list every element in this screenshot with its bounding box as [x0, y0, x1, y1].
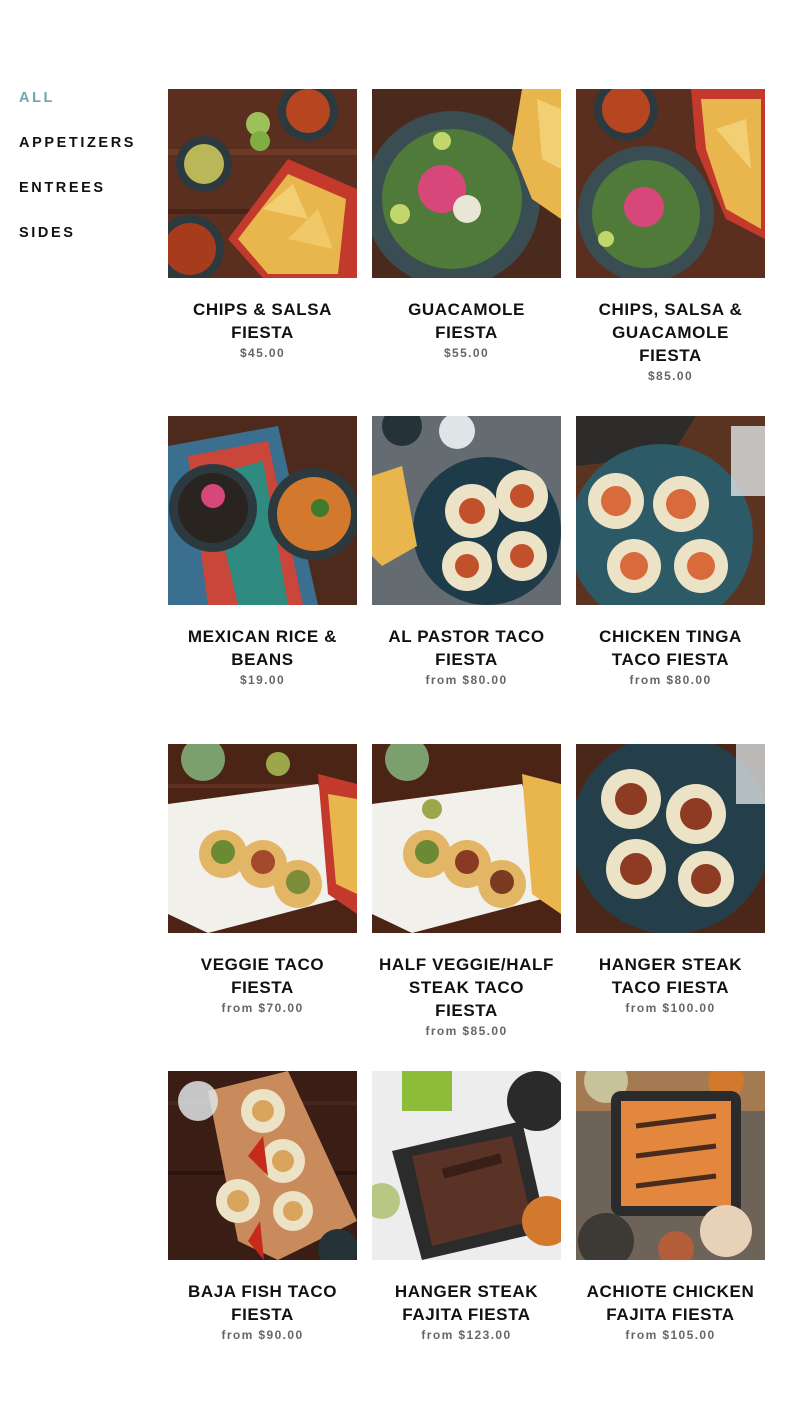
category-sidebar: ALL APPETIZERS ENTREES SIDES	[19, 88, 136, 268]
chips-salsa-photo	[168, 89, 357, 278]
hanger-steak-fajita-photo	[372, 1070, 561, 1260]
product-title: CHIPS & SALSA FIESTA	[192, 300, 333, 342]
product-price: $85.00	[647, 369, 694, 383]
product-card[interactable]: CHIPS, SALSA & GUACAMOLE FIESTA $85.00	[576, 89, 765, 416]
product-price: from $105.00	[625, 1327, 716, 1342]
product-price: from $123.00	[421, 1327, 512, 1342]
product-title: ACHIOTE CHICKEN FAJITA FIESTA	[586, 1281, 755, 1324]
product-title: HANGER STEAK TACO FIESTA	[598, 954, 743, 997]
category-appetizers[interactable]: APPETIZERS	[19, 133, 136, 178]
product-card[interactable]: GUACAMOLE FIESTA $55.00	[372, 89, 561, 416]
category-entrees[interactable]: ENTREES	[19, 178, 136, 223]
product-title: BAJA FISH TACO FIESTA	[187, 1281, 338, 1324]
product-card[interactable]: CHICKEN TINGA TACO FIESTA from $80.00	[576, 416, 765, 743]
product-title: CHIPS, SALSA & GUACAMOLE FIESTA	[598, 300, 743, 365]
product-title: VEGGIE TACO FIESTA	[200, 954, 325, 997]
veggie-tacos-photo	[168, 743, 357, 933]
product-title: MEXICAN RICE & BEANS	[187, 627, 338, 670]
product-card[interactable]: MEXICAN RICE & BEANS $19.00	[168, 416, 357, 743]
product-price: from $90.00	[221, 1327, 304, 1342]
category-sides[interactable]: SIDES	[19, 223, 136, 268]
half-veggie-half-steak-photo	[372, 743, 561, 933]
baja-fish-tacos-photo	[168, 1070, 357, 1260]
product-grid: CHIPS & SALSA FIESTA $45.00 GUACAMOLE FI…	[168, 89, 765, 1398]
product-price: from $70.00	[221, 1000, 304, 1015]
product-price: from $80.00	[629, 673, 712, 688]
category-all[interactable]: ALL	[19, 88, 136, 133]
product-card[interactable]: AL PASTOR TACO FIESTA from $80.00	[372, 416, 561, 743]
product-price: from $80.00	[425, 673, 508, 688]
product-card[interactable]: CHIPS & SALSA FIESTA $45.00	[168, 89, 357, 416]
product-card[interactable]: HANGER STEAK TACO FIESTA from $100.00	[576, 743, 765, 1071]
product-title: HANGER STEAK FAJITA FIESTA	[394, 1281, 539, 1324]
product-price: from $85.00	[425, 1023, 508, 1038]
product-title: AL PASTOR TACO FIESTA	[388, 627, 545, 670]
product-card[interactable]: BAJA FISH TACO FIESTA from $90.00	[168, 1070, 357, 1398]
product-price: $55.00	[443, 346, 490, 360]
product-price: from $100.00	[625, 1000, 716, 1015]
product-title: HALF VEGGIE/HALF STEAK TACO FIESTA	[379, 954, 554, 1020]
product-card[interactable]: HALF VEGGIE/HALF STEAK TACO FIESTA from …	[372, 743, 561, 1071]
guacamole-photo	[372, 89, 561, 278]
product-title: GUACAMOLE FIESTA	[408, 300, 525, 342]
product-price: $45.00	[239, 346, 286, 360]
product-card[interactable]: HANGER STEAK FAJITA FIESTA from $123.00	[372, 1070, 561, 1398]
product-title: CHICKEN TINGA TACO FIESTA	[599, 627, 742, 670]
achiote-chicken-fajita-photo	[576, 1070, 765, 1260]
product-price: $19.00	[239, 673, 286, 688]
chicken-tinga-tacos-photo	[576, 416, 765, 606]
hanger-steak-tacos-photo	[576, 743, 765, 933]
chips-salsa-guac-photo	[576, 89, 765, 278]
rice-beans-photo	[168, 416, 357, 606]
al-pastor-tacos-photo	[372, 416, 561, 606]
product-card[interactable]: ACHIOTE CHICKEN FAJITA FIESTA from $105.…	[576, 1070, 765, 1398]
product-card[interactable]: VEGGIE TACO FIESTA from $70.00	[168, 743, 357, 1071]
